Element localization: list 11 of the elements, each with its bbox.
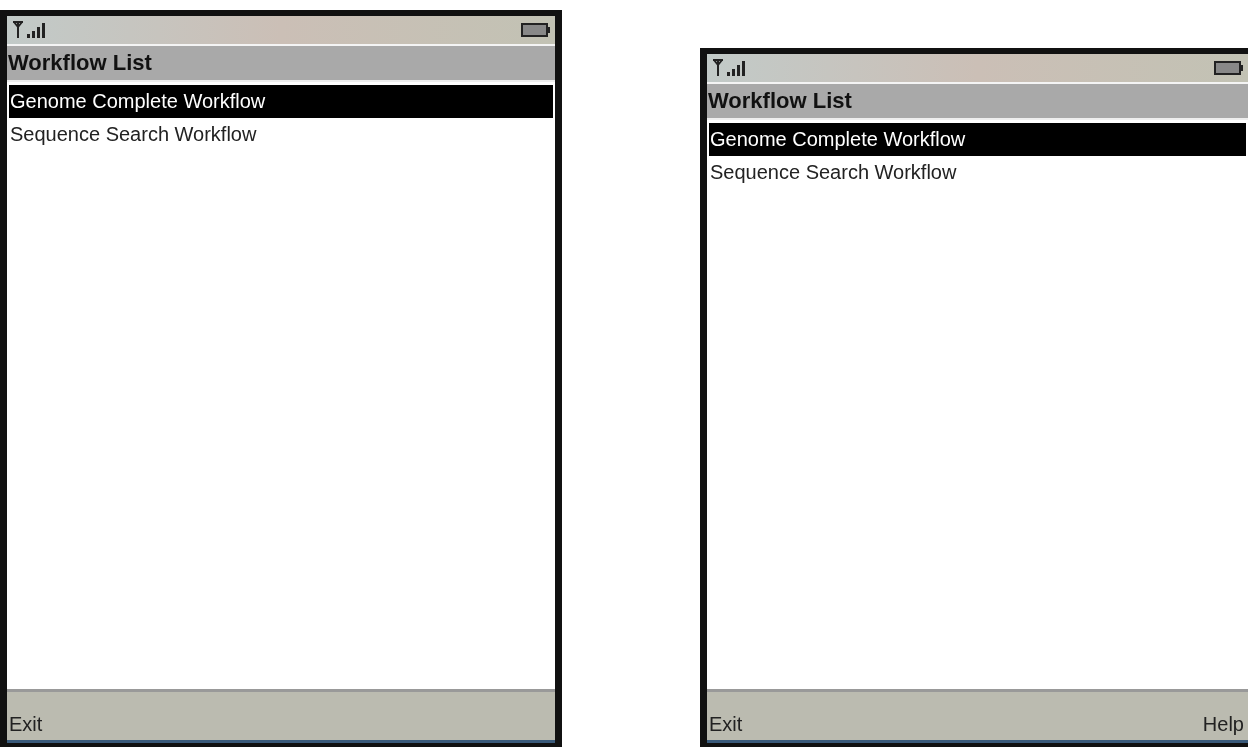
softkey[interactable]: Exit — [709, 713, 743, 736]
list-item[interactable]: Genome Complete Workflow — [9, 85, 553, 118]
battery-icon — [1214, 60, 1244, 76]
list-item[interactable]: Sequence Search Workflow — [9, 118, 553, 151]
softkey[interactable]: Help — [1202, 713, 1244, 736]
list-item[interactable]: Genome Complete Workflow — [709, 123, 1246, 156]
softkey[interactable]: Exit — [9, 713, 43, 736]
screen-title: Workflow List — [707, 84, 1248, 120]
screen-title: Workflow List — [7, 46, 555, 82]
list-item[interactable]: Sequence Search Workflow — [709, 156, 1246, 189]
battery-icon — [521, 22, 551, 38]
